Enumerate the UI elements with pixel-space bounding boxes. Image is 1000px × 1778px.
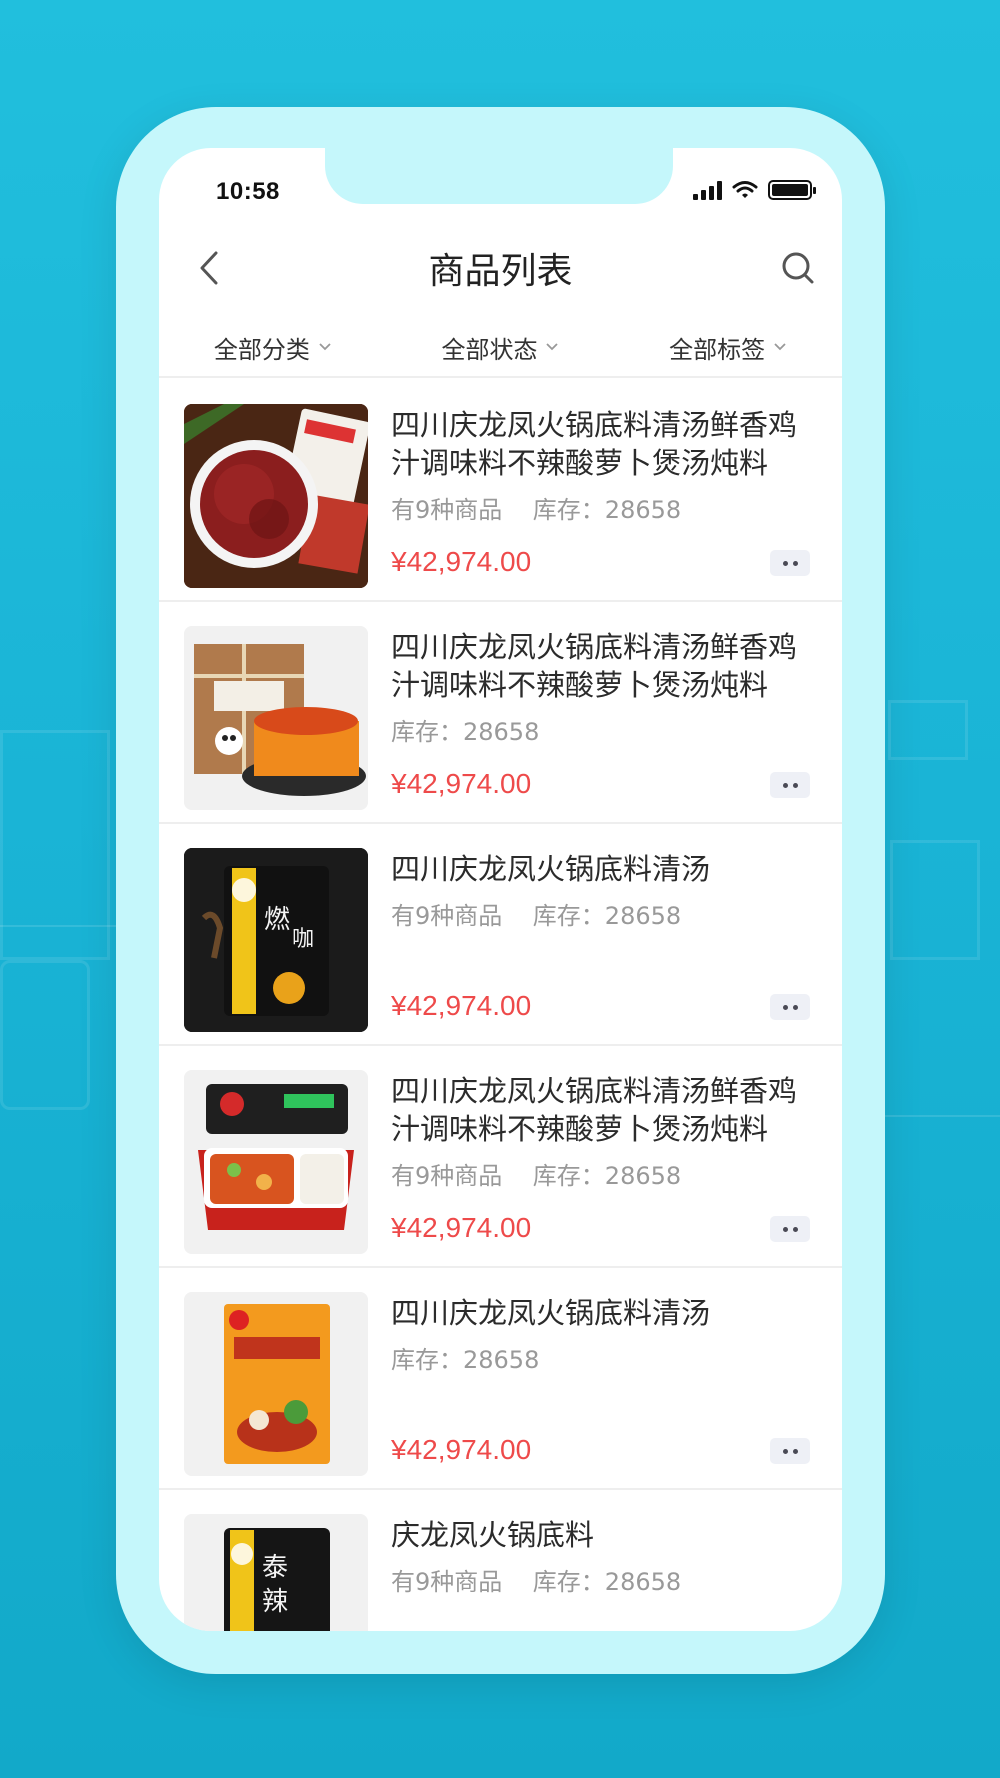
product-title: 四川庆龙凤火锅底料清汤鲜香鸡汁调味料不辣酸萝卜煲汤炖料	[391, 630, 798, 702]
search-icon[interactable]	[776, 246, 820, 290]
product-meta: 库存：28658	[391, 1340, 539, 1375]
background-decoration	[888, 700, 968, 760]
product-title: 庆龙凤火锅底料	[391, 1518, 595, 1552]
more-options-button[interactable]	[770, 550, 810, 576]
product-price: ¥42,974.00	[391, 546, 532, 577]
product-image	[184, 626, 368, 810]
variant-count: 有9种商品	[391, 496, 503, 524]
stock-count: 库存：28658	[532, 496, 682, 524]
stock-count: 库存：28658	[532, 1568, 682, 1596]
product-item[interactable]: 燃 咖 四川庆龙凤火锅底料清汤 有9种商品 库存：28658 ¥42,974.0…	[159, 824, 842, 1046]
stock-count: 库存：28658	[391, 1346, 540, 1374]
page-title: 商品列表	[428, 251, 573, 292]
product-price: ¥42,974.00	[391, 1434, 532, 1465]
product-image	[184, 1070, 368, 1254]
more-options-button[interactable]	[770, 1438, 810, 1464]
wifi-icon	[732, 181, 758, 198]
cellular-signal-icon	[693, 180, 722, 200]
filter-tag[interactable]: 全部标签	[669, 330, 787, 365]
product-image	[184, 404, 368, 588]
more-options-button[interactable]	[770, 994, 810, 1020]
stock-count: 库存：28658	[532, 1162, 682, 1190]
product-meta: 库存：28658	[391, 712, 539, 747]
svg-text:泰: 泰	[262, 1553, 288, 1583]
product-item[interactable]: 四川庆龙凤火锅底料清汤鲜香鸡汁调味料不辣酸萝卜煲汤炖料 有9种商品 库存：286…	[159, 1046, 842, 1268]
product-image: 燃 咖	[184, 848, 368, 1032]
chevron-down-icon	[774, 343, 786, 351]
product-meta: 有9种商品 库存：28658	[391, 1156, 681, 1191]
svg-text:燃: 燃	[264, 905, 290, 935]
more-options-button[interactable]	[770, 1216, 810, 1242]
background-decoration	[0, 925, 116, 927]
product-meta: 有9种商品 库存：28658	[391, 490, 681, 525]
product-price: ¥42,974.00	[391, 990, 532, 1021]
nav-bar: 商品列表	[159, 228, 842, 308]
product-image: 泰 辣	[184, 1514, 368, 1631]
battery-icon	[768, 180, 816, 200]
product-item[interactable]: 四川庆龙凤火锅底料清汤 库存：28658 ¥42,974.00	[159, 1268, 842, 1490]
product-list: 四川庆龙凤火锅底料清汤鲜香鸡汁调味料不辣酸萝卜煲汤炖料 有9种商品 库存：286…	[159, 380, 842, 1631]
chevron-down-icon	[546, 343, 559, 351]
product-item[interactable]: 四川庆龙凤火锅底料清汤鲜香鸡汁调味料不辣酸萝卜煲汤炖料 库存：28658 ¥42…	[159, 602, 842, 824]
phone-frame: 10:58 商品列表 全部分类 全部状态 全部标签 四川庆龙凤火锅底料清汤鲜香鸡…	[116, 107, 885, 1674]
product-image	[184, 1292, 368, 1476]
phone-notch	[325, 148, 673, 204]
filter-label: 全部标签	[669, 335, 766, 364]
more-options-button[interactable]	[770, 772, 810, 798]
filter-label: 全部分类	[213, 335, 310, 364]
chevron-down-icon	[319, 343, 331, 351]
product-price: ¥42,974.00	[391, 1212, 532, 1243]
variant-count: 有9种商品	[391, 902, 503, 930]
stock-count: 库存：28658	[391, 718, 540, 746]
status-icons	[693, 178, 816, 202]
product-meta: 有9种商品 库存：28658	[391, 896, 681, 931]
product-price: ¥42,974.00	[391, 768, 532, 799]
filter-status[interactable]: 全部状态	[441, 330, 559, 365]
product-title: 四川庆龙凤火锅底料清汤鲜香鸡汁调味料不辣酸萝卜煲汤炖料	[391, 1074, 798, 1146]
product-title: 四川庆龙凤火锅底料清汤	[391, 1296, 711, 1330]
variant-count: 有9种商品	[391, 1162, 503, 1190]
product-title: 四川庆龙凤火锅底料清汤	[391, 852, 711, 886]
background-decoration	[885, 1115, 1000, 1117]
background-decoration	[890, 840, 980, 960]
product-item[interactable]: 泰 辣 庆龙凤火锅底料 有9种商品 库存：28658	[159, 1490, 842, 1631]
product-title: 四川庆龙凤火锅底料清汤鲜香鸡汁调味料不辣酸萝卜煲汤炖料	[391, 408, 798, 480]
stock-count: 库存：28658	[532, 902, 682, 930]
filter-category[interactable]: 全部分类	[214, 330, 332, 365]
variant-count: 有9种商品	[391, 1568, 503, 1596]
background-decoration	[0, 960, 90, 1110]
svg-text:咖: 咖	[292, 927, 314, 952]
product-meta: 有9种商品 库存：28658	[391, 1562, 681, 1597]
filter-bar: 全部分类 全部状态 全部标签	[159, 318, 842, 378]
status-time: 10:58	[216, 178, 280, 205]
filter-label: 全部状态	[441, 335, 538, 364]
phone-screen: 10:58 商品列表 全部分类 全部状态 全部标签 四川庆龙凤火锅底料清汤鲜香鸡…	[159, 148, 842, 1631]
svg-text:辣: 辣	[262, 1587, 288, 1617]
product-item[interactable]: 四川庆龙凤火锅底料清汤鲜香鸡汁调味料不辣酸萝卜煲汤炖料 有9种商品 库存：286…	[159, 380, 842, 602]
